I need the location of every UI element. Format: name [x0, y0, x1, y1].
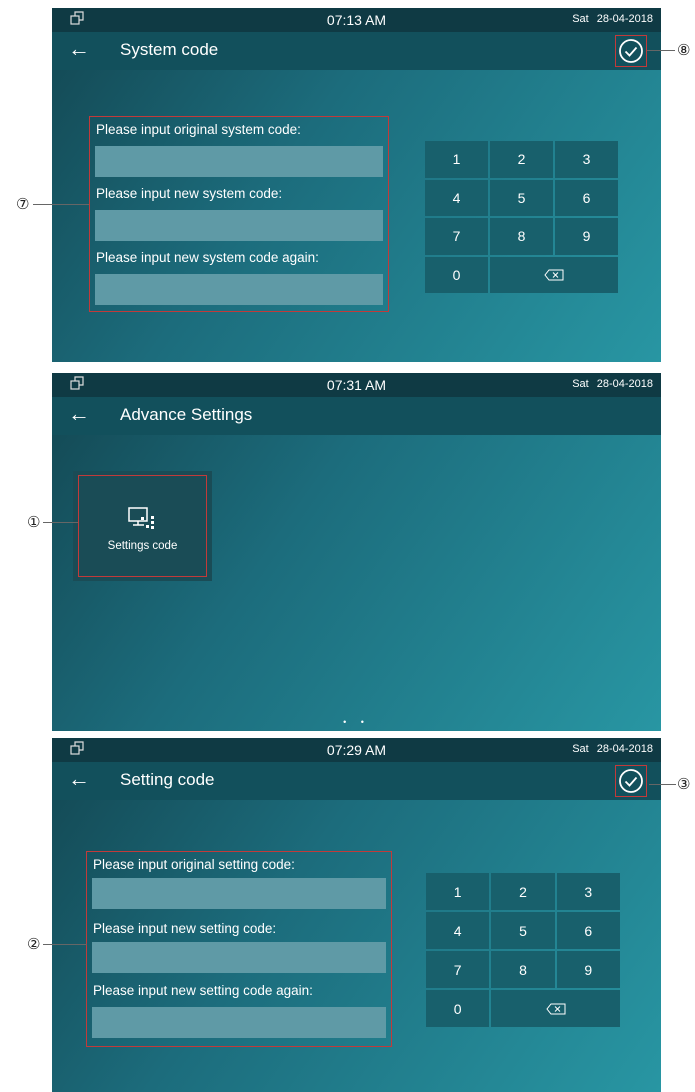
settings-code-button[interactable]: Settings code	[78, 475, 207, 577]
key-5[interactable]: 5	[490, 179, 553, 216]
page-title: Setting code	[120, 770, 215, 789]
status-date: 28-04-2018	[596, 13, 653, 25]
numeric-keypad: 1 2 3 4 5 6 7 8 9 0	[426, 873, 620, 1027]
backspace-key[interactable]	[491, 990, 620, 1027]
status-time: 07:13 AM	[326, 12, 387, 28]
key-3[interactable]: 3	[555, 141, 618, 178]
page-title: System code	[120, 40, 219, 59]
status-day: Sat	[572, 743, 589, 755]
original-code-label: Please input original setting code:	[93, 857, 295, 872]
key-9[interactable]: 9	[556, 951, 620, 988]
new-code-field[interactable]	[92, 942, 386, 973]
title-bar: ← System code	[52, 32, 661, 70]
status-day: Sat	[572, 13, 589, 25]
key-0[interactable]: 0	[426, 990, 490, 1027]
arrow-left-icon[interactable]: ←	[68, 401, 90, 427]
numeric-keypad: 1 2 3 4 5 6 7 8 9 0	[425, 141, 618, 293]
callout-7: ⑦	[16, 195, 30, 213]
confirm-button[interactable]	[615, 35, 647, 67]
monitor-grid-icon	[128, 507, 154, 529]
confirm-code-label: Please input new system code again:	[96, 250, 319, 265]
callout-8: ⑧	[677, 41, 691, 59]
confirm-code-label: Please input new setting code again:	[93, 983, 313, 998]
key-5[interactable]: 5	[491, 912, 555, 949]
setting-code-screen: 07:29 AM Sat 28-04-2018 ← Setting code Pl…	[52, 738, 661, 1092]
page-title: Advance Settings	[120, 405, 253, 424]
original-code-label: Please input original system code:	[96, 122, 301, 137]
key-2[interactable]: 2	[491, 873, 555, 910]
key-8[interactable]: 8	[490, 218, 553, 255]
system-code-screen: 07:13 AM Sat 28-04-2018 ← System code Ple…	[52, 8, 661, 362]
key-8[interactable]: 8	[491, 951, 555, 988]
confirm-code-field[interactable]	[95, 274, 383, 305]
new-code-label: Please input new setting code:	[93, 921, 277, 936]
status-bar: 07:29 AM Sat 28-04-2018	[52, 738, 661, 762]
confirm-code-field[interactable]	[92, 1007, 386, 1038]
new-code-field[interactable]	[95, 210, 383, 241]
callout-7-line	[33, 204, 89, 205]
key-2[interactable]: 2	[490, 141, 553, 178]
title-bar: ← Setting code	[52, 762, 661, 800]
key-7[interactable]: 7	[426, 951, 490, 988]
settings-code-tile: Settings code	[73, 471, 212, 581]
callout-1: ①	[27, 513, 41, 531]
status-bar: 07:13 AM Sat 28-04-2018	[52, 8, 661, 32]
callout-8-line	[647, 50, 675, 51]
key-6[interactable]: 6	[555, 179, 618, 216]
callout-3-line	[649, 784, 676, 785]
advance-settings-screen: 07:31 AM Sat 28-04-2018 ← Advance Setting…	[52, 373, 661, 731]
confirm-button[interactable]	[615, 765, 647, 797]
backspace-key[interactable]	[490, 256, 618, 293]
status-bar: 07:31 AM Sat 28-04-2018	[52, 373, 661, 397]
key-1[interactable]: 1	[425, 141, 488, 178]
key-6[interactable]: 6	[556, 912, 620, 949]
arrow-left-icon[interactable]: ←	[68, 766, 90, 792]
status-time: 07:31 AM	[326, 377, 387, 393]
code-form: Please input original setting code: Plea…	[86, 851, 392, 1047]
check-circle-icon	[619, 769, 643, 793]
title-bar: ← Advance Settings	[52, 397, 661, 435]
status-day: Sat	[572, 378, 589, 390]
backspace-icon	[546, 1003, 566, 1014]
key-3[interactable]: 3	[556, 873, 620, 910]
check-circle-icon	[619, 39, 643, 63]
status-date: 28-04-2018	[596, 743, 653, 755]
callout-2: ②	[27, 935, 41, 953]
tile-label: Settings code	[107, 540, 178, 552]
key-4[interactable]: 4	[425, 179, 488, 216]
original-code-field[interactable]	[95, 146, 383, 177]
status-date: 28-04-2018	[596, 378, 653, 390]
backspace-icon	[544, 269, 564, 281]
key-9[interactable]: 9	[555, 218, 618, 255]
key-0[interactable]: 0	[425, 256, 488, 293]
page-indicator: • •	[343, 717, 370, 727]
code-form: Please input original system code: Pleas…	[89, 116, 389, 312]
status-time: 07:29 AM	[326, 742, 387, 758]
callout-2-line	[43, 944, 87, 945]
callout-1-line	[43, 522, 78, 523]
new-code-label: Please input new system code:	[96, 186, 283, 201]
key-7[interactable]: 7	[425, 218, 488, 255]
callout-3: ③	[677, 775, 691, 793]
key-4[interactable]: 4	[426, 912, 490, 949]
arrow-left-icon[interactable]: ←	[68, 36, 90, 62]
original-code-field[interactable]	[92, 878, 386, 909]
key-1[interactable]: 1	[426, 873, 490, 910]
